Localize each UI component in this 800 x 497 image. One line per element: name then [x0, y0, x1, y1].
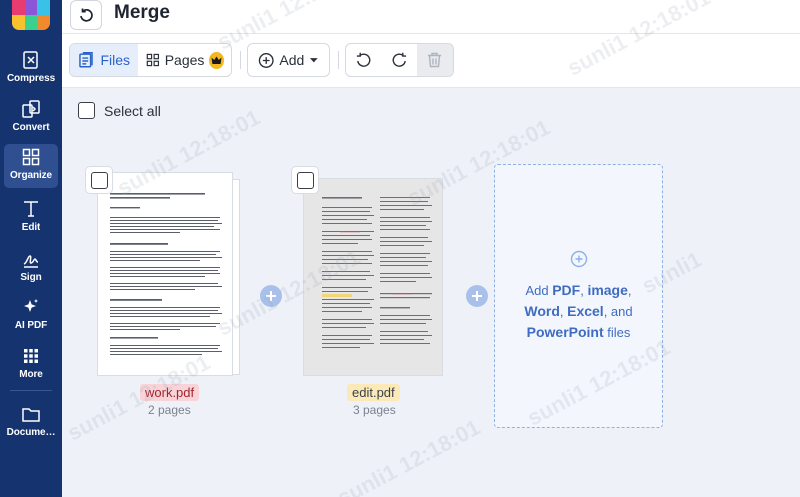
sidebar-item-label: Organize — [10, 170, 52, 181]
app-logo[interactable] — [12, 0, 50, 30]
undo-arrow-icon — [80, 8, 93, 22]
format-powerpoint: PowerPoint — [526, 323, 604, 340]
sidebar-divider — [10, 390, 52, 391]
select-all-control[interactable]: Select all — [78, 102, 161, 119]
more-grid-icon — [24, 349, 38, 363]
sidebar-item-label: Compress — [6, 73, 56, 84]
page-thumbnail — [303, 178, 443, 376]
file-card-work[interactable]: work.pdf 2 pages — [86, 164, 246, 420]
files-view-button[interactable]: Files — [70, 44, 138, 76]
dropzone-text: , — [627, 282, 632, 298]
file-select-checkbox[interactable] — [86, 167, 112, 193]
document-preview-lines — [110, 193, 222, 355]
dropzone-text: , and — [603, 303, 633, 319]
sidebar-item-label: Docume… — [6, 427, 56, 438]
pages-view-label: Pages — [164, 52, 205, 68]
dropzone-instructions: Add PDF, image, Word, Excel, and PowerPo… — [509, 280, 649, 343]
edit-icon — [24, 201, 38, 217]
plus-icon — [472, 291, 482, 301]
organize-icon — [22, 148, 40, 166]
file-select-checkbox[interactable] — [292, 167, 318, 193]
file-name-label: work.pdf — [140, 384, 200, 401]
file-page-count: 2 pages — [148, 403, 191, 417]
toolbar: Files Pages Add — [62, 34, 800, 88]
plus-icon — [266, 291, 276, 301]
rotate-left-button[interactable] — [346, 44, 381, 76]
sign-icon — [23, 255, 39, 268]
page-thumbnail — [97, 172, 233, 376]
file-card-edit[interactable]: edit.pdf 3 pages — [291, 164, 451, 420]
add-button-label: Add — [279, 52, 305, 68]
sidebar-item-compress[interactable]: Compress — [4, 47, 58, 91]
format-word: Word — [524, 302, 560, 319]
file-page-count: 3 pages — [353, 403, 396, 417]
view-mode-toggle: Files Pages — [69, 43, 232, 77]
undo-button[interactable] — [70, 0, 102, 30]
format-pdf: PDF — [552, 281, 581, 298]
add-circle-icon — [570, 250, 587, 267]
sidebar-item-more[interactable]: More — [4, 343, 58, 387]
sidebar-item-label: AI PDF — [14, 320, 48, 331]
sidebar-item-documents[interactable]: Docume… — [4, 401, 58, 445]
sidebar: Compress Convert Organize Edit Sign AI P… — [0, 0, 62, 497]
insert-between-button[interactable] — [260, 285, 282, 307]
watermark: sunli1 12:18:01 — [333, 414, 485, 497]
delete-button[interactable] — [416, 44, 453, 76]
add-circle-icon — [258, 52, 274, 68]
rotate-right-icon — [392, 52, 406, 67]
files-icon — [79, 52, 93, 68]
file-name-label: edit.pdf — [347, 384, 400, 401]
select-all-checkbox[interactable] — [78, 102, 95, 119]
pages-view-button[interactable]: Pages — [138, 44, 231, 76]
rotate-left-icon — [357, 52, 371, 67]
sidebar-item-organize[interactable]: Organize — [4, 144, 58, 188]
document-preview-lines — [322, 197, 432, 348]
add-dropdown-button[interactable]: Add — [247, 43, 330, 77]
select-all-label: Select all — [104, 102, 161, 119]
dropzone-text: Add — [525, 282, 553, 298]
pages-grid-icon — [146, 53, 160, 67]
compress-icon — [23, 51, 38, 69]
page-title: Merge — [114, 2, 170, 23]
sidebar-item-label: More — [19, 369, 43, 380]
rotate-right-button[interactable] — [381, 44, 416, 76]
chevron-down-icon — [310, 58, 319, 63]
sidebar-item-label: Edit — [21, 222, 41, 233]
add-files-dropzone[interactable]: Add PDF, image, Word, Excel, and PowerPo… — [494, 164, 663, 428]
files-view-label: Files — [100, 52, 130, 68]
convert-icon — [22, 100, 40, 118]
sidebar-item-edit[interactable]: Edit — [4, 196, 58, 240]
insert-between-button[interactable] — [466, 285, 488, 307]
format-excel: Excel — [567, 302, 604, 319]
ai-sparkle-icon — [24, 299, 38, 312]
sidebar-item-sign[interactable]: Sign — [4, 246, 58, 290]
sidebar-item-label: Sign — [20, 272, 42, 283]
format-image: image — [587, 281, 628, 298]
sidebar-item-label: Convert — [12, 122, 50, 133]
add-button-content: Add — [248, 44, 329, 76]
dropzone-text: files — [603, 324, 631, 340]
toolbar-divider — [240, 51, 241, 69]
header-bar: Merge — [62, 0, 800, 34]
trash-icon — [428, 52, 442, 68]
sidebar-item-convert[interactable]: Convert — [4, 96, 58, 140]
toolbar-divider — [338, 51, 339, 69]
folder-icon — [22, 408, 40, 422]
rotate-delete-group — [345, 43, 454, 77]
sidebar-item-ai-pdf[interactable]: AI PDF — [4, 294, 58, 338]
crown-icon — [209, 51, 224, 69]
